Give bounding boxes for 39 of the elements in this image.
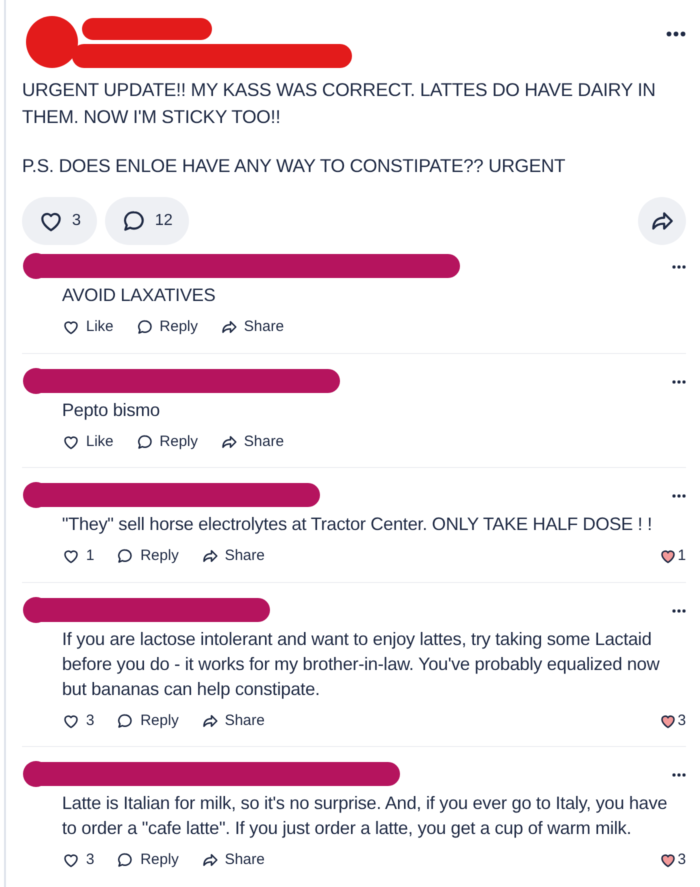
reply-button[interactable]: Reply [136,430,198,453]
comment-button[interactable]: 12 [104,197,189,245]
reaction-count: 1 [678,546,686,566]
share-button[interactable]: Share [200,545,265,568]
reply-button[interactable]: Reply [116,849,179,872]
comment-icon [136,432,154,451]
share-button[interactable]: Share [200,710,265,732]
share-button[interactable]: Share [220,430,284,453]
more-icon [672,380,686,384]
more-icon [672,265,686,270]
comment-icon [116,547,134,566]
comment-icon [116,712,134,730]
reply-button[interactable]: Reply [116,545,179,568]
share-button[interactable] [638,197,686,245]
more-icon [672,773,686,778]
comment-text: Latte is Italian for milk, so it's no surprise. And, if you ever go to Italy, you have to order a "cafe latte". If you just order a latte, you get a cup of warm milk. [62,792,668,840]
comment-text: "They" sell horse electrolytes at Tractor Center. ONLY TAKE HALF DOSE ! ! [62,513,654,536]
reaction-count: 3 [678,710,686,730]
like-button[interactable]: 1 [62,545,94,568]
like-button[interactable]: 3 [62,849,94,872]
more-icon [672,608,686,613]
like-button[interactable]: Like [62,430,114,453]
reply-button[interactable]: Reply [136,316,198,338]
more-icon [672,494,686,498]
like-button[interactable]: Like [62,316,114,338]
share-button[interactable]: Share [220,316,284,338]
comment-text: Pepto bismo [62,398,161,422]
reaction-count: 3 [678,850,686,870]
more-icon [666,31,686,38]
reply-button[interactable]: Reply [116,710,179,732]
comment-icon [116,851,134,870]
like-button[interactable]: 3 [62,710,94,732]
like-button[interactable]: 3 [22,197,97,245]
comment-text: If you are lactose intolerant and want to enjoy lattes, try taking some Lactaid before you do - it works for my brother-in-law. You've probably equalized now but bananas can help constipate. [62,628,661,701]
comment-text: AVOID LAXATIVES [62,284,216,307]
share-button[interactable]: Share [200,849,265,872]
post-text: URGENT UPDATE!! MY KASS WAS CORRECT. LATTES DO HAVE DAIRY IN THEM. NOW I'M STICKY TOO!! [22,78,657,129]
comment-icon [136,318,154,336]
post-text: P.S. DOES ENLOE HAVE ANY WAY TO CONSTIPATE?? URGENT [22,154,566,178]
